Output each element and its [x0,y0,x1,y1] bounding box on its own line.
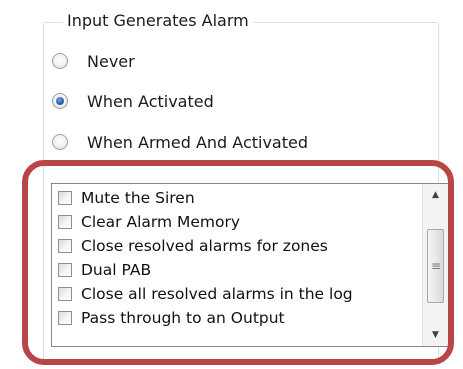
radio-label: When Armed And Activated [87,132,308,152]
radio-when-activated[interactable]: When Activated [52,89,214,113]
groupbox-title: Input Generates Alarm [63,11,253,31]
radio-button[interactable] [52,134,68,150]
radio-never[interactable]: Never [52,49,135,73]
radio-button[interactable] [52,53,68,69]
highlight-annotation [22,160,454,365]
radio-button-selected[interactable] [52,93,68,109]
radio-when-armed-and-activated[interactable]: When Armed And Activated [52,130,308,154]
radio-label: Never [87,51,135,71]
radio-label: When Activated [87,91,214,111]
